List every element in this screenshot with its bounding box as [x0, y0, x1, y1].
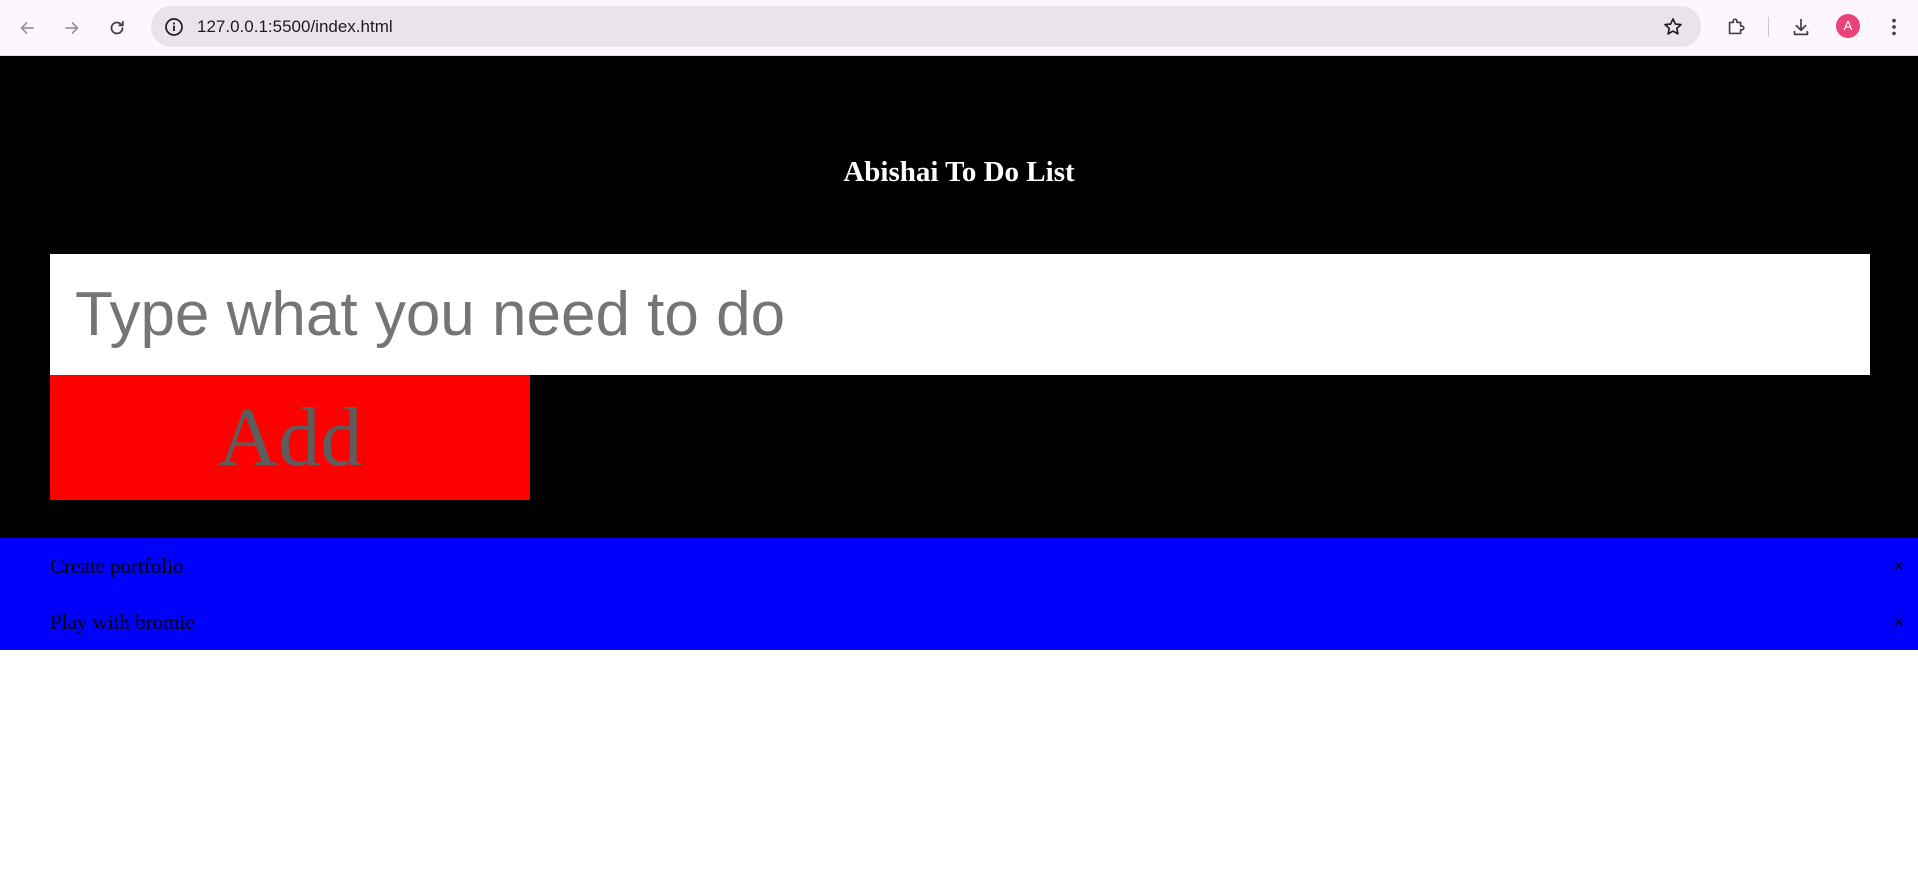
reload-icon[interactable]	[103, 14, 131, 42]
bookmark-star-icon[interactable]	[1661, 15, 1685, 39]
back-arrow-icon[interactable]	[13, 14, 41, 42]
extensions-puzzle-icon[interactable]	[1722, 13, 1750, 41]
todo-header: Abishai To Do List Add	[0, 56, 1918, 538]
page-content: Abishai To Do List Add Create portfolio …	[0, 56, 1918, 892]
browser-toolbar: 127.0.0.1:5500/index.html A	[0, 0, 1918, 56]
task-input[interactable]	[50, 254, 1870, 375]
list-item[interactable]: Play with bromie ×	[0, 594, 1918, 650]
toolbar-divider	[1768, 17, 1769, 37]
download-icon[interactable]	[1787, 13, 1815, 41]
task-text: Play with bromie	[50, 610, 195, 634]
kebab-menu-icon[interactable]	[1880, 13, 1908, 41]
forward-arrow-icon[interactable]	[58, 14, 86, 42]
task-list: Create portfolio × Play with bromie ×	[0, 538, 1918, 650]
add-button[interactable]: Add	[50, 375, 530, 500]
address-bar[interactable]: 127.0.0.1:5500/index.html	[151, 6, 1701, 47]
site-info-icon[interactable]	[163, 16, 184, 37]
page-title: Abishai To Do List	[843, 156, 1075, 188]
list-item[interactable]: Create portfolio ×	[0, 538, 1918, 594]
close-icon[interactable]: ×	[1893, 538, 1904, 594]
profile-avatar[interactable]: A	[1836, 14, 1860, 38]
task-text: Create portfolio	[50, 554, 184, 578]
url-text[interactable]: 127.0.0.1:5500/index.html	[197, 6, 393, 47]
close-icon[interactable]: ×	[1893, 594, 1904, 650]
